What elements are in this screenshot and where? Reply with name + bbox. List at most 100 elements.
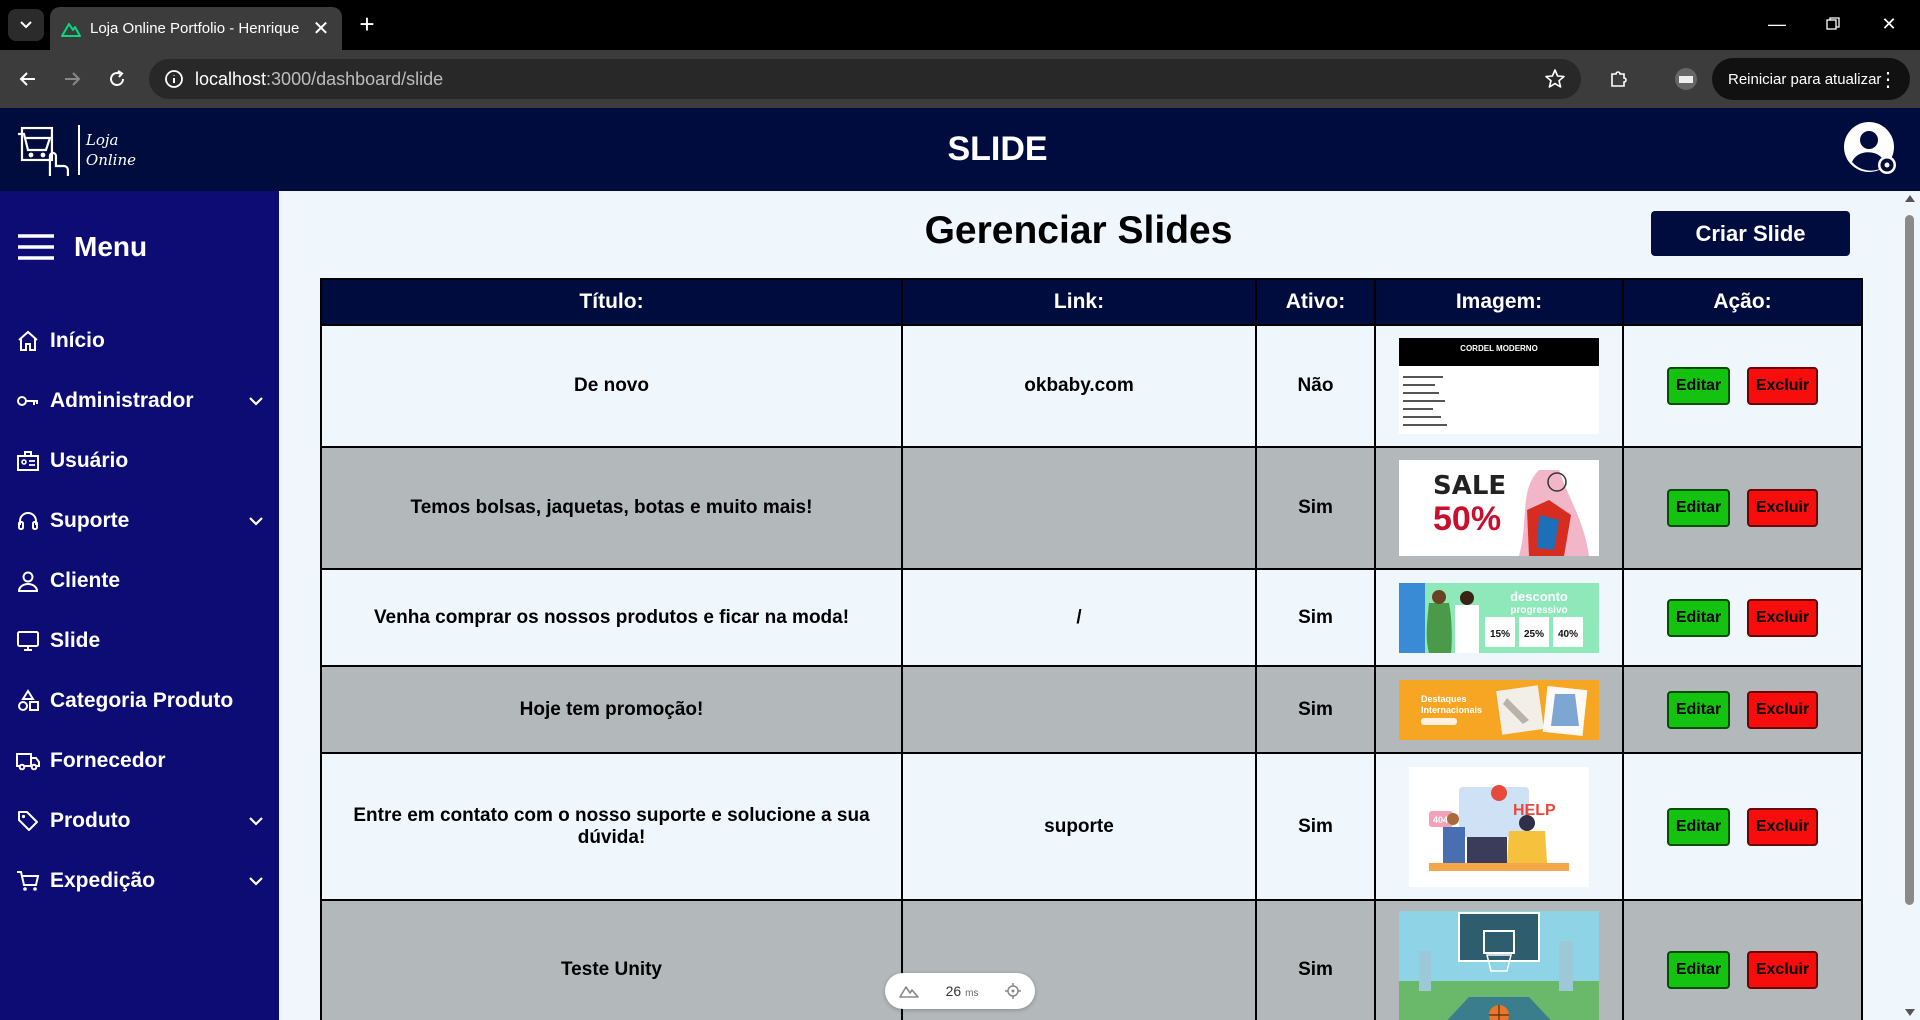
forward-button[interactable] [56,63,88,95]
tab-close-icon[interactable]: ✕ [310,16,332,41]
cell-acao: Editar Excluir [1622,899,1863,1020]
sidebar-item-produto[interactable]: Produto [16,801,266,841]
sidebar: Menu Início Administrador Usuário Suport… [0,191,279,1020]
user-settings-button[interactable] [1842,120,1902,180]
sidebar-item-fornecedor[interactable]: Fornecedor [16,741,266,781]
menu-toggle[interactable]: Menu [16,231,147,263]
sidebar-item-cliente[interactable]: Cliente [16,561,266,601]
cell-imagem: SALE 50% [1374,446,1624,570]
cell-link: okbaby.com [901,324,1257,448]
crosshair-icon[interactable] [1005,983,1022,999]
browser-toolbar: localhost:3000/dashboard/slide Reiniciar… [0,50,1920,108]
thumb-404-text: 404 [1433,815,1448,825]
sale-50-thumbnail: SALE 50% [1399,460,1599,556]
cell-acao: Editar Excluir [1622,446,1863,570]
sidebar-item-slide[interactable]: Slide [16,621,266,661]
col-header-titulo: Título: [320,278,903,326]
sidebar-item-administrador[interactable]: Administrador [16,381,266,421]
arrow-left-icon [19,72,35,86]
cell-acao: Editar Excluir [1622,752,1863,901]
tag-icon [16,809,40,833]
back-button[interactable] [12,63,44,95]
edit-button[interactable]: Editar [1667,367,1730,405]
headset-icon [16,509,40,533]
basketball-game-thumbnail [1399,911,1599,1020]
sidebar-item-label: Fornecedor [50,749,166,772]
edit-button[interactable]: Editar [1667,598,1730,637]
thumb-pct-1: 15% [1490,629,1510,640]
home-icon [16,329,40,353]
thumb-pct-2: 25% [1524,629,1544,640]
scrollbar-thumb[interactable] [1905,215,1914,905]
app-header: Loja Online SLIDE [0,108,1920,191]
url-text: localhost:3000/dashboard/slide [195,69,443,90]
thumb-destaques-sub: Internacionais [1421,705,1482,715]
sidebar-item-categoria-produto[interactable]: Categoria Produto [16,681,266,721]
page-scrollbar[interactable] [1899,191,1920,1020]
thumb-sale-pct: 50% [1433,500,1501,538]
devtools-overlay[interactable]: 26 ms [885,973,1035,1009]
bookmark-star-icon[interactable] [1543,67,1567,91]
destaques-internacionais-thumbnail: Destaques Internacionais [1399,679,1599,740]
update-label: Reiniciar para atualizar [1728,70,1882,88]
delete-button[interactable]: Excluir [1747,690,1818,729]
delete-button[interactable]: Excluir [1747,951,1818,989]
cell-ativo: Sim [1255,752,1376,901]
sidebar-item-label: Cliente [50,569,121,592]
hamburger-icon [18,234,54,260]
delete-button[interactable]: Excluir [1747,489,1818,527]
cell-imagem: desconto progressivo 15% 25% 40% [1374,568,1624,667]
restore-icon[interactable] [1810,8,1856,40]
cell-titulo: Hoje tem promoção! [320,665,903,754]
sidebar-item-expedicao[interactable]: Expedição [16,861,266,901]
thumb-desconto-sub: progressivo [1510,605,1567,616]
cell-link: suporte [901,752,1257,901]
thumb-desconto-text: desconto [1510,589,1568,604]
thumb-destaques-text: Destaques [1421,694,1467,704]
section-title: Gerenciar Slides [924,209,1233,252]
table-row: De novo okbaby.com Não CORDEL MODERNO Ed… [320,324,1863,448]
user-gear-icon [1844,122,1896,174]
cell-link: / [901,568,1257,667]
reload-button[interactable] [101,63,133,95]
tab-search-button[interactable] [8,9,44,41]
sidebar-item-usuario[interactable]: Usuário [16,441,266,481]
sidebar-item-label: Slide [50,629,101,652]
delete-button[interactable]: Excluir [1747,598,1818,637]
avatar-icon [1675,68,1697,90]
cell-imagem [1374,899,1624,1020]
create-slide-button[interactable]: Criar Slide [1651,211,1850,256]
cell-imagem: HELP 404 [1374,752,1624,901]
monitor-icon [16,629,40,653]
sidebar-item-label: Produto [50,809,131,832]
sidebar-item-suporte[interactable]: Suporte [16,501,266,541]
delete-button[interactable]: Excluir [1747,367,1818,405]
extensions-button[interactable] [1603,63,1635,95]
scroll-down-arrow-icon[interactable] [1905,1009,1915,1016]
site-info-icon[interactable] [163,68,185,90]
edit-button[interactable]: Editar [1667,807,1730,846]
main-content: Gerenciar Slides Criar Slide Título: Lin… [279,191,1899,1020]
sidebar-item-inicio[interactable]: Início [16,321,266,361]
col-header-ativo: Ativo: [1255,278,1376,326]
address-bar[interactable]: localhost:3000/dashboard/slide [149,59,1581,99]
edit-button[interactable]: Editar [1667,489,1730,527]
browser-tab-active[interactable]: Loja Online Portfolio - Henrique ✕ [50,7,342,50]
scroll-up-arrow-icon[interactable] [1905,195,1915,202]
edit-button[interactable]: Editar [1667,951,1730,989]
thumb-pct-3: 40% [1558,629,1578,640]
sidebar-item-label: Expedição [50,869,156,892]
sidebar-item-label: Início [50,329,105,352]
cell-ativo: Sim [1255,899,1376,1020]
update-browser-button[interactable]: Reiniciar para atualizar ⋮ [1712,58,1910,100]
new-tab-button[interactable]: + [352,10,382,40]
profile-avatar-button[interactable] [1670,63,1702,95]
browser-menu-icon[interactable]: ⋮ [1878,67,1898,92]
minimize-icon[interactable]: — [1754,8,1800,40]
delete-button[interactable]: Excluir [1747,807,1818,846]
truck-icon [16,749,40,773]
cell-ativo: Sim [1255,446,1376,570]
close-window-icon[interactable]: ✕ [1866,8,1912,40]
nuxt-logo-icon[interactable] [898,984,919,998]
edit-button[interactable]: Editar [1667,690,1730,729]
